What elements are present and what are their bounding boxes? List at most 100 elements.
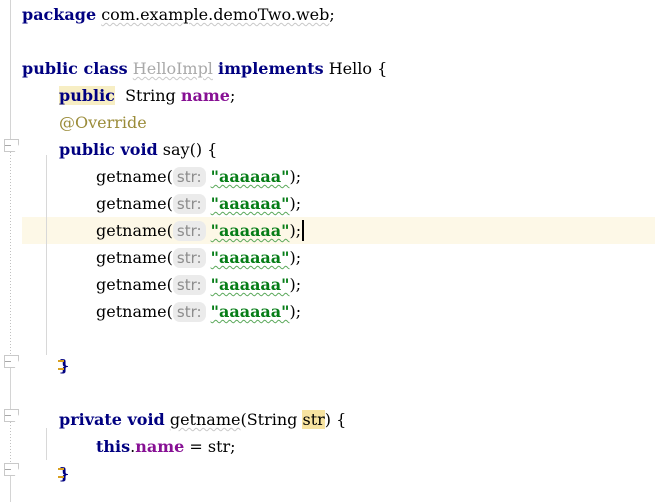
code-line[interactable]: public class HelloImpl implements Hello …: [0, 55, 655, 82]
code-token: );: [290, 221, 302, 240]
fold-marker-minus-icon: [5, 361, 11, 362]
code-line-content: public class HelloImpl implements Hello …: [0, 59, 387, 78]
parameter-hint-inlay: str:: [173, 167, 206, 187]
code-line-content: getname(str: "aaaaaa");: [0, 221, 301, 240]
code-line-content: getname(str: "aaaaaa");: [0, 248, 301, 267]
code-line[interactable]: }: [0, 352, 655, 379]
parameter-hint-inlay: str:: [173, 275, 206, 295]
fold-marker-arrow-icon: [12, 355, 19, 368]
code-token: String: [115, 86, 181, 105]
matching-brace: }: [59, 356, 69, 375]
code-line-content: this.name = str;: [0, 437, 236, 456]
keyword-token: public: [59, 86, 115, 105]
code-line-content: getname(str: "aaaaaa");: [0, 167, 301, 186]
code-token: = str;: [184, 437, 235, 456]
fold-marker-class-end[interactable]: [4, 355, 17, 368]
field-token: name: [181, 86, 230, 105]
text-caret: [302, 220, 304, 241]
class-reference-token: HelloImpl: [133, 59, 213, 78]
code-token: );: [290, 248, 302, 267]
string-literal: "aaaaaa": [211, 194, 290, 213]
keyword-token: public void: [59, 140, 158, 159]
parameter-hint-inlay: str:: [173, 194, 206, 214]
code-line[interactable]: package com.example.demoTwo.web;: [0, 1, 655, 28]
code-line[interactable]: }: [0, 460, 655, 487]
code-line[interactable]: private void getname(String str) {: [0, 406, 655, 433]
code-line-content: public String name;: [0, 86, 235, 105]
fold-marker-arrow-icon: [12, 409, 19, 422]
string-literal: "aaaaaa": [211, 275, 290, 294]
code-token: ;: [329, 5, 334, 24]
code-token: getname(: [96, 221, 173, 240]
code-line[interactable]: @Override: [0, 109, 655, 136]
code-editor[interactable]: package com.example.demoTwo.web; public c…: [0, 0, 655, 502]
code-line[interactable]: getname(str: "aaaaaa");: [0, 244, 655, 271]
fold-marker-getname-end[interactable]: [4, 463, 17, 476]
code-line[interactable]: [0, 325, 655, 352]
code-token: );: [290, 275, 302, 294]
fold-guide-line-top: [10, 0, 11, 139]
string-literal: "aaaaaa": [211, 167, 290, 186]
code-token: str: [302, 410, 324, 429]
fold-marker-arrow-icon: [12, 463, 19, 476]
string-literal: "aaaaaa": [211, 221, 290, 240]
editor-gutter-fold-strip[interactable]: [0, 0, 22, 502]
annotation-token: @Override: [59, 113, 147, 132]
code-line-content: getname(str: "aaaaaa");: [0, 275, 301, 294]
keyword-token: private void: [59, 410, 165, 429]
code-line[interactable]: [0, 28, 655, 55]
fold-dotted-guide-1: [10, 152, 11, 355]
code-token: Hello {: [324, 59, 388, 78]
keyword-token: implements: [218, 59, 324, 78]
parameter-hint-inlay: str:: [173, 248, 206, 268]
code-line-content: getname(str: "aaaaaa");: [0, 194, 301, 213]
fold-guide-line-mid: [10, 368, 11, 409]
field-token: name: [135, 437, 184, 456]
code-line[interactable]: this.name = str;: [0, 433, 655, 460]
fold-guide-line-bottom: [10, 476, 11, 502]
code-line[interactable]: getname(str: "aaaaaa");: [0, 190, 655, 217]
code-token: getname(: [96, 275, 173, 294]
string-literal: "aaaaaa": [211, 248, 290, 267]
fold-marker-say-method[interactable]: [4, 139, 17, 152]
code-line-content: @Override: [0, 113, 147, 132]
fold-marker-getname-method[interactable]: [4, 409, 17, 422]
fold-marker-minus-icon: [5, 415, 11, 416]
code-line[interactable]: public void say() {: [0, 136, 655, 163]
fold-marker-minus-icon: [5, 145, 11, 146]
code-line[interactable]: getname(str: "aaaaaa");: [0, 163, 655, 190]
code-token: ) {: [325, 410, 347, 429]
code-token: getname(: [96, 194, 173, 213]
code-token: getname(: [96, 248, 173, 267]
code-token: );: [290, 302, 302, 321]
keyword-token: this: [96, 437, 130, 456]
code-line[interactable]: getname(str: "aaaaaa");: [0, 217, 655, 244]
keyword-token: package: [22, 5, 96, 24]
code-token: );: [290, 167, 302, 186]
code-line-content: package com.example.demoTwo.web;: [0, 5, 335, 24]
code-text-area[interactable]: package com.example.demoTwo.web; public c…: [0, 0, 655, 502]
matching-brace: }: [59, 464, 69, 483]
string-literal: "aaaaaa": [211, 302, 290, 321]
code-line-content: public void say() {: [0, 140, 217, 159]
fold-dotted-guide-2: [10, 422, 11, 463]
code-token: getname(: [96, 302, 173, 321]
code-token: getname: [170, 410, 241, 429]
parameter-hint-inlay: str:: [173, 221, 206, 241]
code-line-content: getname(str: "aaaaaa");: [0, 302, 301, 321]
code-line[interactable]: [0, 379, 655, 406]
code-token: );: [290, 194, 302, 213]
code-token: ;: [230, 86, 235, 105]
code-token: say() {: [158, 140, 218, 159]
code-line[interactable]: public String name;: [0, 82, 655, 109]
keyword-token: public class: [22, 59, 128, 78]
code-line[interactable]: getname(str: "aaaaaa");: [0, 298, 655, 325]
fold-marker-minus-icon: [5, 469, 11, 470]
code-token: (String: [240, 410, 302, 429]
fold-marker-arrow-icon: [12, 139, 19, 152]
code-line[interactable]: getname(str: "aaaaaa");: [0, 271, 655, 298]
code-token: getname(: [96, 167, 173, 186]
code-line-content: private void getname(String str) {: [0, 410, 346, 429]
code-token: com.example.demoTwo.web: [101, 5, 329, 24]
parameter-hint-inlay: str:: [173, 302, 206, 322]
